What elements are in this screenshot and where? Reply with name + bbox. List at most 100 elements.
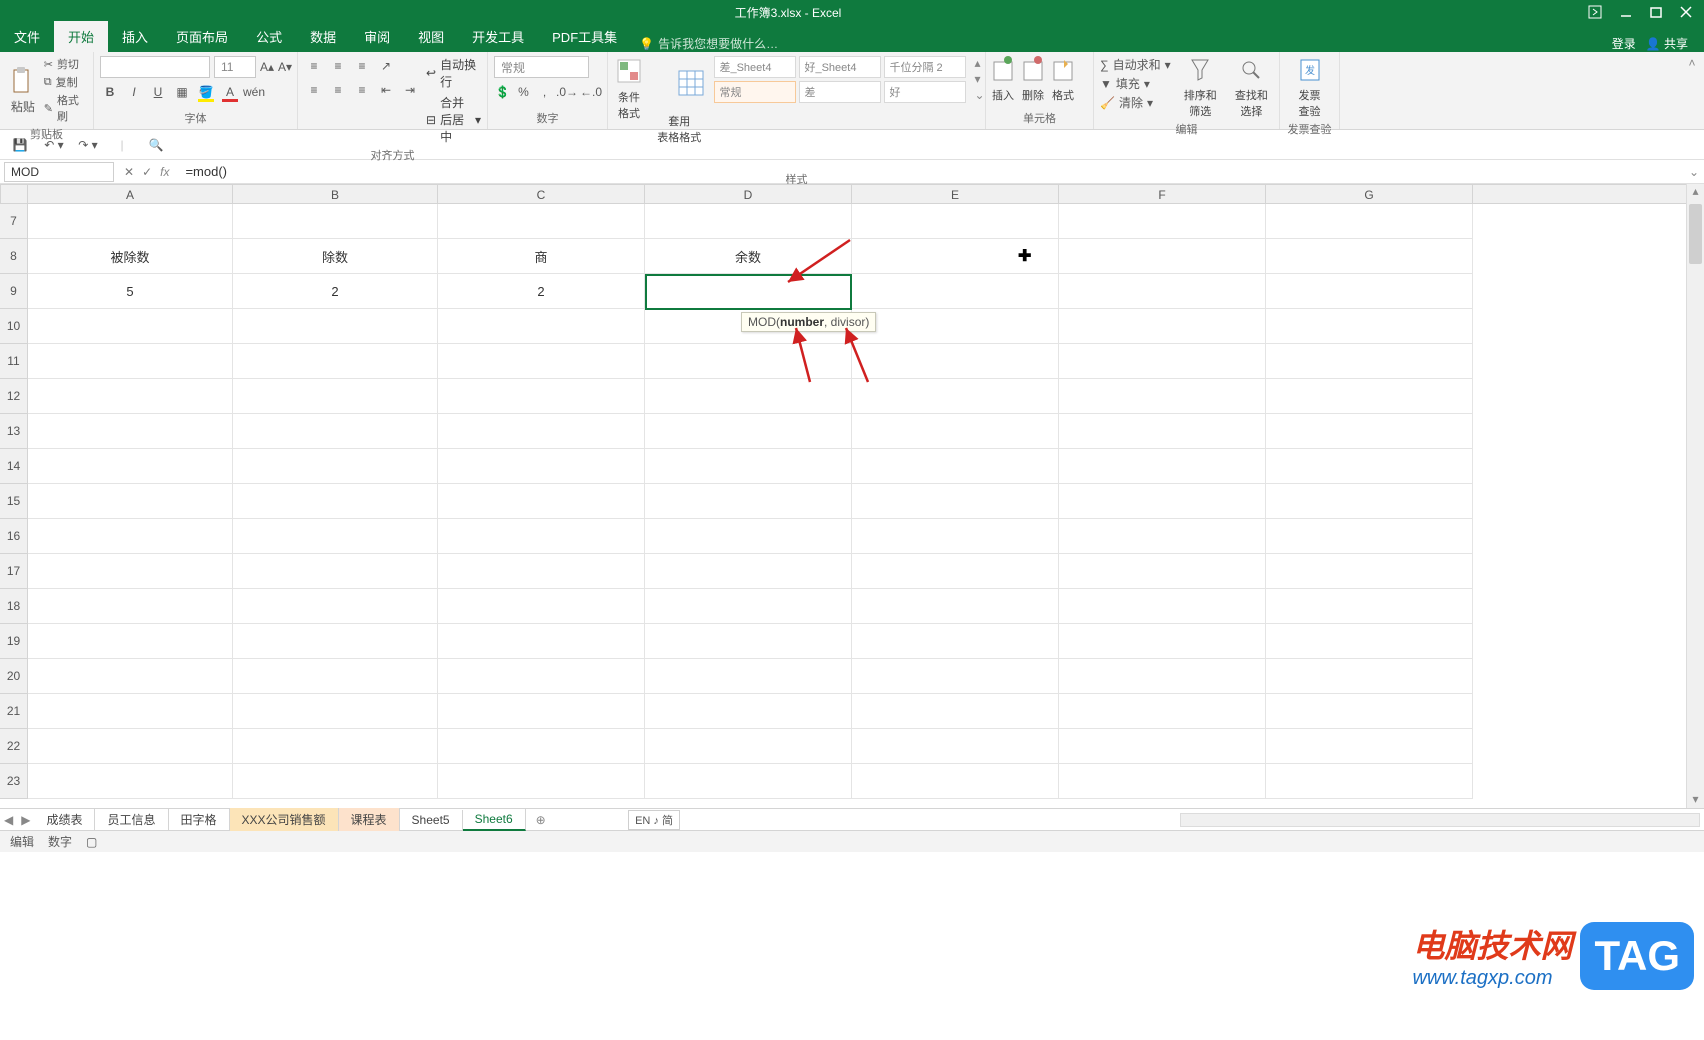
row-header[interactable]: 20 <box>0 659 28 694</box>
share-button[interactable]: 👤 共享 <box>1646 35 1688 52</box>
cell[interactable] <box>645 694 852 729</box>
cell[interactable]: 被除数 <box>28 239 233 274</box>
cell[interactable] <box>28 694 233 729</box>
cell[interactable] <box>645 484 852 519</box>
cell[interactable] <box>645 659 852 694</box>
cell[interactable] <box>438 519 645 554</box>
cell[interactable] <box>852 519 1059 554</box>
format-as-table-button[interactable]: 套用 表格格式 <box>652 56 706 169</box>
style-item[interactable]: 常规 <box>714 81 796 103</box>
cell[interactable] <box>28 519 233 554</box>
cell[interactable] <box>1266 694 1473 729</box>
vertical-scrollbar[interactable]: ▴ ▾ <box>1686 184 1704 808</box>
percent-icon[interactable]: % <box>515 82 532 102</box>
cell[interactable]: 2 <box>233 274 438 309</box>
cell[interactable] <box>852 659 1059 694</box>
cell[interactable] <box>1059 274 1266 309</box>
number-format-combo[interactable] <box>494 56 589 78</box>
cell[interactable] <box>233 309 438 344</box>
cell[interactable] <box>1059 554 1266 589</box>
column-headers[interactable]: A B C D E F G <box>28 184 1686 204</box>
cell[interactable] <box>1266 659 1473 694</box>
cell[interactable] <box>28 624 233 659</box>
cell[interactable] <box>438 764 645 799</box>
phonetic-icon[interactable]: wén <box>244 82 264 102</box>
col-header[interactable]: E <box>852 185 1059 203</box>
cell[interactable] <box>438 659 645 694</box>
cell[interactable] <box>28 309 233 344</box>
gallery-scroll[interactable]: ▴▾⌄ <box>974 56 984 102</box>
cell[interactable] <box>233 414 438 449</box>
cell[interactable] <box>28 414 233 449</box>
font-color-icon[interactable]: A <box>220 82 240 102</box>
cell[interactable] <box>438 554 645 589</box>
tab-insert[interactable]: 插入 <box>108 21 162 52</box>
cell[interactable] <box>233 764 438 799</box>
cell[interactable] <box>1266 519 1473 554</box>
row-header[interactable]: 7 <box>0 204 28 239</box>
cell[interactable] <box>233 589 438 624</box>
cell[interactable] <box>438 309 645 344</box>
cell[interactable]: 商 <box>438 239 645 274</box>
copy-button[interactable]: ⧉复制 <box>44 74 87 90</box>
cell[interactable] <box>233 729 438 764</box>
cell[interactable] <box>438 624 645 659</box>
print-preview-icon[interactable]: 🔍 <box>146 135 166 155</box>
cell[interactable] <box>233 694 438 729</box>
cell[interactable] <box>28 449 233 484</box>
insert-function-icon[interactable]: fx <box>160 165 169 179</box>
col-header[interactable]: D <box>645 185 852 203</box>
cell[interactable] <box>852 414 1059 449</box>
sheet-tab[interactable]: Sheet5 <box>400 810 463 830</box>
cell[interactable] <box>438 379 645 414</box>
underline-icon[interactable]: U <box>148 82 168 102</box>
align-bottom-icon[interactable]: ≡ <box>352 56 372 76</box>
cell[interactable] <box>1059 204 1266 239</box>
cell[interactable] <box>1059 309 1266 344</box>
row-header[interactable]: 8 <box>0 239 28 274</box>
cell[interactable] <box>1059 519 1266 554</box>
cell[interactable] <box>28 379 233 414</box>
cells-area[interactable]: 被除数除数商余数522=mod() <box>28 204 1686 799</box>
cell[interactable] <box>1059 484 1266 519</box>
style-item[interactable]: 好_Sheet4 <box>799 56 881 78</box>
row-header[interactable]: 19 <box>0 624 28 659</box>
cell[interactable] <box>852 764 1059 799</box>
cell[interactable] <box>28 554 233 589</box>
tell-me[interactable]: 💡 告诉我您想要做什么… <box>639 35 778 52</box>
decrease-indent-icon[interactable]: ⇤ <box>376 80 396 100</box>
cell-styles-gallery[interactable]: 差_Sheet4 好_Sheet4 千位分隔 2 常规 差 好 <box>714 56 966 103</box>
cell[interactable] <box>1266 624 1473 659</box>
cell[interactable] <box>28 729 233 764</box>
cell[interactable] <box>852 554 1059 589</box>
row-header[interactable]: 16 <box>0 519 28 554</box>
cell[interactable] <box>852 204 1059 239</box>
sheet-tab[interactable]: 员工信息 <box>95 808 168 831</box>
cell[interactable] <box>1266 449 1473 484</box>
invoice-check-button[interactable]: 发发票 查验 <box>1286 56 1333 119</box>
align-center-icon[interactable]: ≡ <box>328 80 348 100</box>
cell[interactable] <box>645 729 852 764</box>
cell[interactable] <box>1266 729 1473 764</box>
login-link[interactable]: 登录 <box>1612 35 1636 52</box>
cell[interactable] <box>852 694 1059 729</box>
cell[interactable] <box>852 624 1059 659</box>
row-header[interactable]: 9 <box>0 274 28 309</box>
row-header[interactable]: 10 <box>0 309 28 344</box>
tab-home[interactable]: 开始 <box>54 21 108 52</box>
add-sheet-icon[interactable]: ⊕ <box>526 813 556 827</box>
font-name-combo[interactable] <box>100 56 210 78</box>
select-all-triangle[interactable] <box>0 184 28 204</box>
col-header[interactable]: B <box>233 185 438 203</box>
cell[interactable] <box>28 659 233 694</box>
cell[interactable] <box>438 414 645 449</box>
sheet-nav-next-icon[interactable]: ▶ <box>17 813 34 827</box>
increase-indent-icon[interactable]: ⇥ <box>400 80 420 100</box>
cell[interactable]: 除数 <box>233 239 438 274</box>
cell[interactable] <box>233 484 438 519</box>
cell[interactable]: 2 <box>438 274 645 309</box>
row-header[interactable]: 21 <box>0 694 28 729</box>
minimize-icon[interactable] <box>1620 6 1632 18</box>
collapse-ribbon-icon[interactable]: ˄ <box>1680 52 1704 129</box>
cell[interactable]: 5 <box>28 274 233 309</box>
